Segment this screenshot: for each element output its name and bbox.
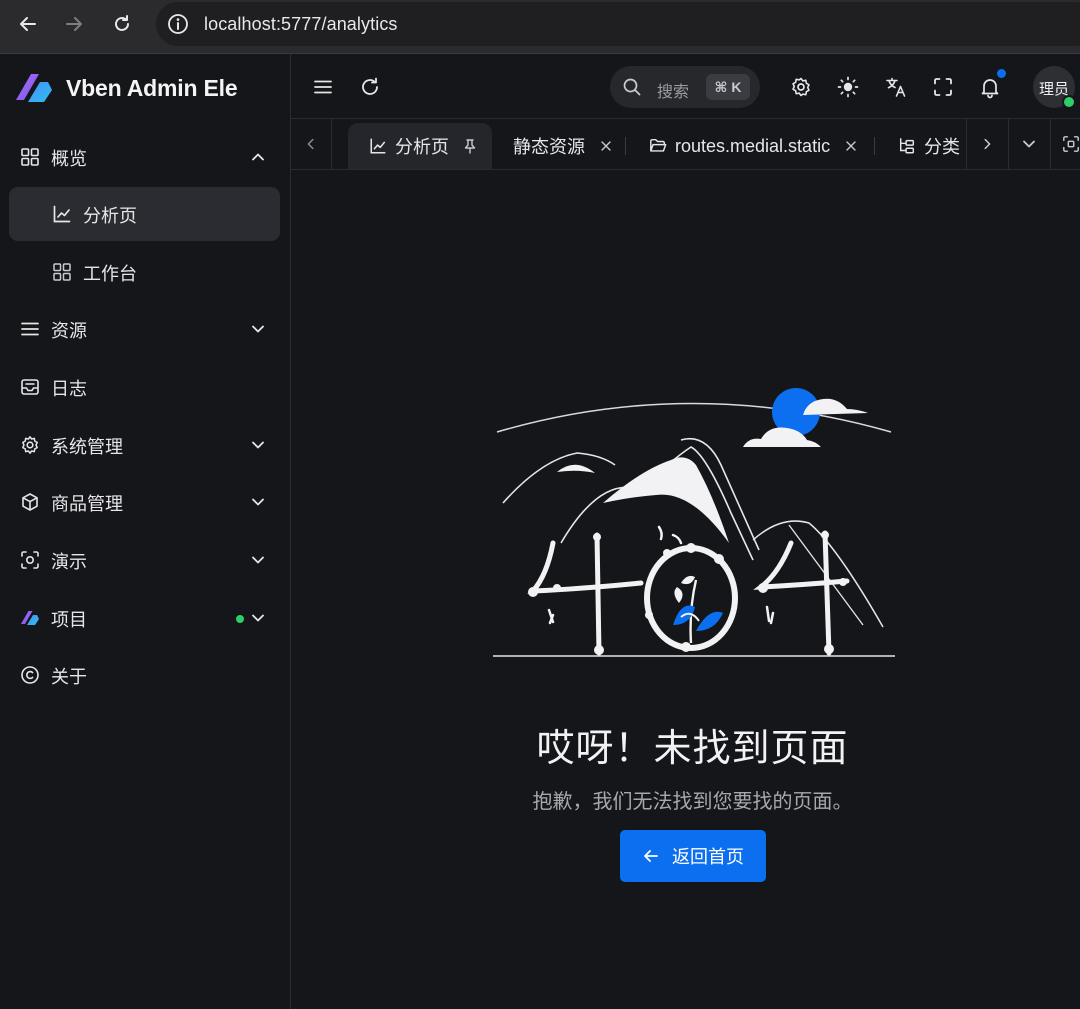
search-icon bbox=[623, 78, 641, 96]
menu-toggle-icon[interactable] bbox=[311, 75, 335, 99]
online-status-dot bbox=[1062, 95, 1076, 109]
tab-label: 静态资源 bbox=[513, 137, 585, 157]
chevron-right-icon bbox=[984, 138, 991, 150]
chevron-down-icon bbox=[252, 498, 264, 506]
tab-label: 分析页 bbox=[395, 137, 449, 157]
brand[interactable]: Vben Admin Ele bbox=[14, 68, 238, 108]
browser-toolbar: localhost:5777/analytics bbox=[0, 0, 1080, 54]
tab-label: 分类 bbox=[924, 137, 960, 157]
sidebar: Vben Admin Ele 概览 分析页 工作台 资源 日志 系统管理 商品管… bbox=[0, 54, 291, 1009]
chevron-up-icon bbox=[252, 153, 264, 161]
gear-icon[interactable] bbox=[789, 75, 813, 99]
arrow-left-icon bbox=[20, 17, 36, 31]
search-label: 搜索 bbox=[657, 84, 690, 101]
logo-icon bbox=[21, 611, 39, 625]
sidebar-item-resources[interactable]: 资源 bbox=[9, 302, 280, 356]
sidebar-item-products[interactable]: 商品管理 bbox=[9, 475, 280, 529]
reload-icon bbox=[115, 15, 129, 31]
tabs-maximize-button[interactable] bbox=[1050, 119, 1080, 169]
chevron-down-icon bbox=[252, 441, 264, 449]
reload-button[interactable] bbox=[110, 12, 134, 36]
tab-label: routes.medial.static bbox=[675, 135, 831, 156]
not-found-illustration bbox=[493, 388, 895, 657]
logo-icon bbox=[16, 74, 52, 102]
gear-icon bbox=[22, 436, 38, 454]
sidebar-item-label: 系统管理 bbox=[51, 437, 123, 457]
search-shortcut-badge: ⌘ K bbox=[706, 74, 750, 100]
bell-icon[interactable] bbox=[978, 75, 1002, 99]
sidebar-item-label: 关于 bbox=[51, 667, 87, 687]
search-button[interactable]: 搜索 ⌘ K bbox=[610, 66, 760, 108]
sidebar-item-label: 分析页 bbox=[83, 206, 137, 226]
notification-dot bbox=[997, 69, 1006, 78]
sidebar-item-label: 概览 bbox=[51, 149, 87, 169]
chart-icon bbox=[53, 205, 71, 223]
chevron-left-icon bbox=[307, 138, 314, 150]
arrow-left-icon bbox=[644, 850, 658, 862]
sidebar-item-overview[interactable]: 概览 bbox=[9, 130, 280, 184]
pin-icon[interactable] bbox=[462, 138, 478, 154]
refresh-icon[interactable] bbox=[358, 75, 382, 99]
sidebar-item-workspace[interactable]: 工作台 bbox=[9, 245, 280, 299]
tabs-dropdown-button[interactable] bbox=[1008, 119, 1049, 169]
translate-icon[interactable] bbox=[884, 75, 908, 99]
tabs-scroll-right[interactable] bbox=[966, 119, 1007, 169]
tab-divider bbox=[874, 137, 875, 155]
sidebar-item-system[interactable]: 系统管理 bbox=[9, 418, 280, 472]
chevron-down-icon bbox=[1023, 140, 1035, 148]
back-home-label: 返回首页 bbox=[672, 847, 744, 867]
tab-bar: 分析页 静态资源 routes.medial.static 分类 bbox=[291, 119, 1080, 170]
app-name: Vben Admin Ele bbox=[66, 74, 238, 101]
tab-analytics[interactable]: 分析页 bbox=[348, 123, 492, 169]
grid-icon bbox=[53, 263, 71, 281]
close-icon[interactable] bbox=[844, 139, 858, 153]
folder-open-icon bbox=[650, 138, 667, 152]
sun-icon[interactable] bbox=[836, 75, 860, 99]
close-icon[interactable] bbox=[599, 139, 613, 153]
error-title: 哎呀！未找到页面 bbox=[536, 728, 849, 770]
arrow-right-icon bbox=[66, 17, 82, 31]
tab-static-resources[interactable]: 静态资源 bbox=[513, 123, 613, 169]
top-header: 搜索 ⌘ K 理员 bbox=[291, 54, 1080, 119]
sidebar-item-demo[interactable]: 演示 bbox=[9, 533, 280, 587]
grid-icon bbox=[21, 148, 39, 166]
tabs-scroll-left[interactable] bbox=[291, 119, 332, 169]
sidebar-item-about[interactable]: 关于 bbox=[9, 648, 280, 702]
inbox-icon bbox=[21, 379, 39, 395]
menu-icon bbox=[21, 322, 39, 336]
status-dot bbox=[236, 615, 244, 623]
forward-button[interactable] bbox=[62, 12, 86, 36]
chart-icon bbox=[370, 138, 386, 154]
chevron-down-icon bbox=[252, 614, 264, 622]
sidebar-item-label: 演示 bbox=[51, 552, 87, 572]
back-button[interactable] bbox=[16, 12, 40, 36]
sidebar-item-project[interactable]: 项目 bbox=[9, 591, 280, 645]
maximize-icon bbox=[1063, 136, 1079, 152]
address-bar[interactable]: localhost:5777/analytics bbox=[156, 2, 1080, 46]
tab-routes-medial-static[interactable]: routes.medial.static bbox=[649, 123, 858, 169]
sidebar-item-label: 项目 bbox=[51, 610, 87, 630]
focus-icon bbox=[21, 551, 39, 569]
main-content: 哎呀！未找到页面 抱歉，我们无法找到您要找的页面。 返回首页 bbox=[291, 170, 1080, 1009]
box-icon bbox=[22, 493, 38, 511]
url-text: localhost:5777/analytics bbox=[204, 14, 398, 34]
sidebar-item-label: 工作台 bbox=[83, 264, 137, 284]
back-home-button[interactable]: 返回首页 bbox=[620, 830, 766, 882]
error-description: 抱歉，我们无法找到您要找的页面。 bbox=[532, 791, 853, 813]
info-icon[interactable] bbox=[166, 12, 190, 36]
sidebar-item-analytics[interactable]: 分析页 bbox=[9, 187, 280, 241]
tab-divider bbox=[625, 137, 626, 155]
sidebar-item-label: 商品管理 bbox=[51, 494, 123, 514]
sidebar-item-label: 日志 bbox=[51, 379, 87, 399]
chevron-down-icon bbox=[252, 556, 264, 564]
tab-category[interactable]: 分类 bbox=[898, 123, 968, 169]
chevron-down-icon bbox=[252, 325, 264, 333]
tree-icon bbox=[899, 138, 915, 154]
sidebar-item-label: 资源 bbox=[51, 321, 87, 341]
copyright-icon bbox=[21, 666, 39, 684]
fullscreen-icon[interactable] bbox=[931, 75, 955, 99]
sidebar-item-logs[interactable]: 日志 bbox=[9, 360, 280, 414]
